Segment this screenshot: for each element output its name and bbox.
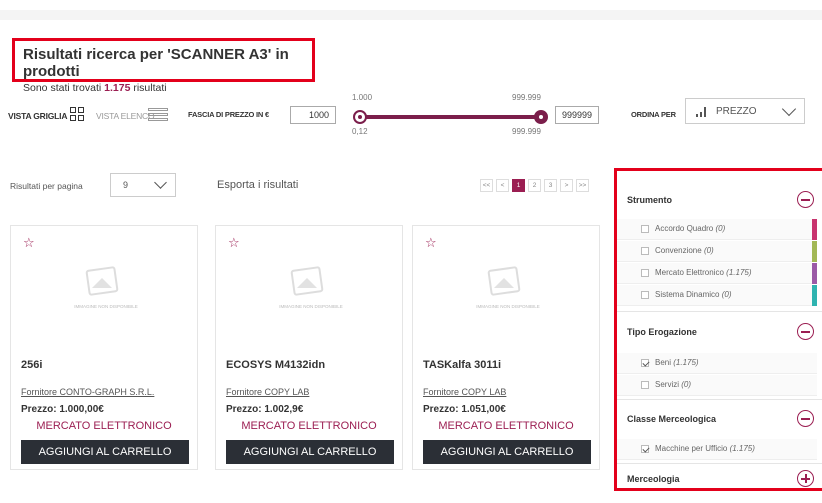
price-min-input[interactable]: 1000	[290, 106, 336, 124]
image-caption: IMMAGINE NON DISPONIBILE	[279, 304, 343, 309]
expand-icon[interactable]	[797, 470, 814, 487]
image-placeholder-icon	[282, 264, 338, 308]
top-bar	[0, 10, 822, 20]
color-stripe	[812, 263, 817, 284]
market-label: MERCATO ELETTRONICO	[241, 420, 377, 432]
pager-first[interactable]: <<	[480, 179, 493, 192]
chevron-down-icon	[154, 176, 167, 189]
checkbox[interactable]	[641, 381, 649, 389]
checkbox[interactable]	[641, 225, 649, 233]
sort-value: PREZZO	[716, 106, 757, 117]
filter-option-servizi[interactable]: Servizi (0)	[617, 375, 817, 396]
product-price: Prezzo: 1.051,00€	[423, 404, 506, 415]
add-to-cart-button[interactable]: AGGIUNGI AL CARRELLO	[226, 440, 394, 464]
results-title: Risultati ricerca per 'SCANNER A3' in pr…	[23, 46, 289, 80]
star-icon[interactable]: ☆	[23, 235, 35, 251]
checkbox[interactable]	[641, 269, 649, 277]
pager-page-3[interactable]: 3	[544, 179, 557, 192]
filter-option-sistema-dinamico[interactable]: Sistema Dinamico (0)	[617, 285, 817, 306]
slider-bottom-right-label: 999.999	[512, 127, 541, 136]
price-range-label: FASCIA DI PREZZO IN €	[188, 110, 269, 119]
color-stripe	[812, 285, 817, 306]
add-to-cart-button[interactable]: AGGIUNGI AL CARRELLO	[423, 440, 591, 464]
image-placeholder-icon	[479, 264, 535, 308]
pager-page-1[interactable]: 1	[512, 179, 525, 192]
divider	[617, 463, 822, 464]
market-label: MERCATO ELETTRONICO	[36, 420, 172, 432]
checkbox[interactable]	[641, 359, 649, 367]
star-icon[interactable]: ☆	[228, 235, 240, 251]
slider-top-left-label: 1.000	[352, 93, 373, 102]
divider	[617, 399, 822, 400]
collapse-icon[interactable]	[797, 410, 814, 427]
checkbox[interactable]	[641, 291, 649, 299]
chevron-down-icon	[781, 101, 797, 117]
price-slider-max-handle[interactable]	[534, 110, 548, 124]
view-bar: VISTA GRIGLIA VISTA ELENCO FASCIA DI PRE…	[0, 90, 822, 140]
product-price: Prezzo: 1.002,9€	[226, 404, 304, 415]
price-slider-min-handle[interactable]	[353, 110, 367, 124]
grid-icon[interactable]	[70, 107, 86, 123]
filter-title-strumento[interactable]: Strumento	[627, 195, 672, 205]
product-title[interactable]: 256i	[21, 359, 42, 371]
product-title[interactable]: TASKalfa 3011i	[423, 359, 501, 371]
image-caption: IMMAGINE NON DISPONIBILE	[74, 304, 138, 309]
star-icon[interactable]: ☆	[425, 235, 437, 251]
divider	[617, 311, 822, 312]
checkbox[interactable]	[641, 445, 649, 453]
results-header: Risultati ricerca per 'SCANNER A3' in pr…	[12, 38, 315, 94]
filter-title-merceologia[interactable]: Merceologia	[627, 474, 680, 484]
filter-panel: Strumento Accordo Quadro (0) Convenzione…	[614, 168, 822, 491]
grid-view-label[interactable]: VISTA GRIGLIA	[8, 111, 67, 121]
product-price: Prezzo: 1.000,00€	[21, 404, 104, 415]
sort-select[interactable]: PREZZO	[685, 98, 805, 124]
results-toolbar: Risultati per pagina 9 Esporta i risulta…	[0, 170, 610, 200]
color-stripe	[812, 219, 817, 240]
supplier-link[interactable]: Fornitore COPY LAB	[226, 387, 309, 397]
filter-title-classe-merceologica[interactable]: Classe Merceologica	[627, 414, 716, 424]
pager-last[interactable]: >>	[576, 179, 589, 192]
slider-top-right-label: 999.999	[512, 93, 541, 102]
filter-option-convenzione[interactable]: Convenzione (0)	[617, 241, 817, 262]
checkbox[interactable]	[641, 247, 649, 255]
sort-bars-icon	[696, 107, 710, 117]
pager-next[interactable]: >	[560, 179, 573, 192]
image-placeholder-icon	[77, 264, 133, 308]
export-results-link[interactable]: Esporta i risultati	[217, 179, 298, 191]
filter-option-accordo-quadro[interactable]: Accordo Quadro (0)	[617, 219, 817, 240]
price-max-input[interactable]: 999999	[555, 106, 599, 124]
list-icon[interactable]	[148, 108, 168, 122]
list-view-label[interactable]: VISTA ELENCO	[96, 111, 155, 121]
slider-bottom-left-label: 0,12	[352, 127, 368, 136]
supplier-link[interactable]: Fornitore CONTO-GRAPH S.R.L.	[21, 387, 154, 397]
pager-prev[interactable]: <	[496, 179, 509, 192]
image-caption: IMMAGINE NON DISPONIBILE	[476, 304, 540, 309]
per-page-value: 9	[123, 180, 129, 190]
color-stripe	[812, 241, 817, 262]
market-label: MERCATO ELETTRONICO	[438, 420, 574, 432]
filter-option-beni[interactable]: Beni (1.175)	[617, 353, 817, 374]
supplier-link[interactable]: Fornitore COPY LAB	[423, 387, 506, 397]
price-slider-track[interactable]	[360, 115, 540, 119]
collapse-icon[interactable]	[797, 191, 814, 208]
collapse-icon[interactable]	[797, 323, 814, 340]
product-card[interactable]: ☆ IMMAGINE NON DISPONIBILE ECOSYS M4132i…	[215, 225, 403, 470]
filter-option-mercato-elettronico[interactable]: Mercato Elettronico (1.175)	[617, 263, 817, 284]
product-title[interactable]: ECOSYS M4132idn	[226, 359, 325, 371]
product-card[interactable]: ☆ IMMAGINE NON DISPONIBILE TASKalfa 3011…	[412, 225, 600, 470]
per-page-select[interactable]: 9	[110, 173, 176, 197]
filter-option-macchine-per-ufficio[interactable]: Macchine per Ufficio (1.175)	[617, 439, 817, 460]
per-page-label: Risultati per pagina	[10, 181, 83, 191]
product-card[interactable]: ☆ IMMAGINE NON DISPONIBILE 256i Fornitor…	[10, 225, 198, 470]
add-to-cart-button[interactable]: AGGIUNGI AL CARRELLO	[21, 440, 189, 464]
filter-title-tipo-erogazione[interactable]: Tipo Erogazione	[627, 327, 697, 337]
pager-page-2[interactable]: 2	[528, 179, 541, 192]
sort-label: ORDINA PER	[631, 110, 676, 119]
